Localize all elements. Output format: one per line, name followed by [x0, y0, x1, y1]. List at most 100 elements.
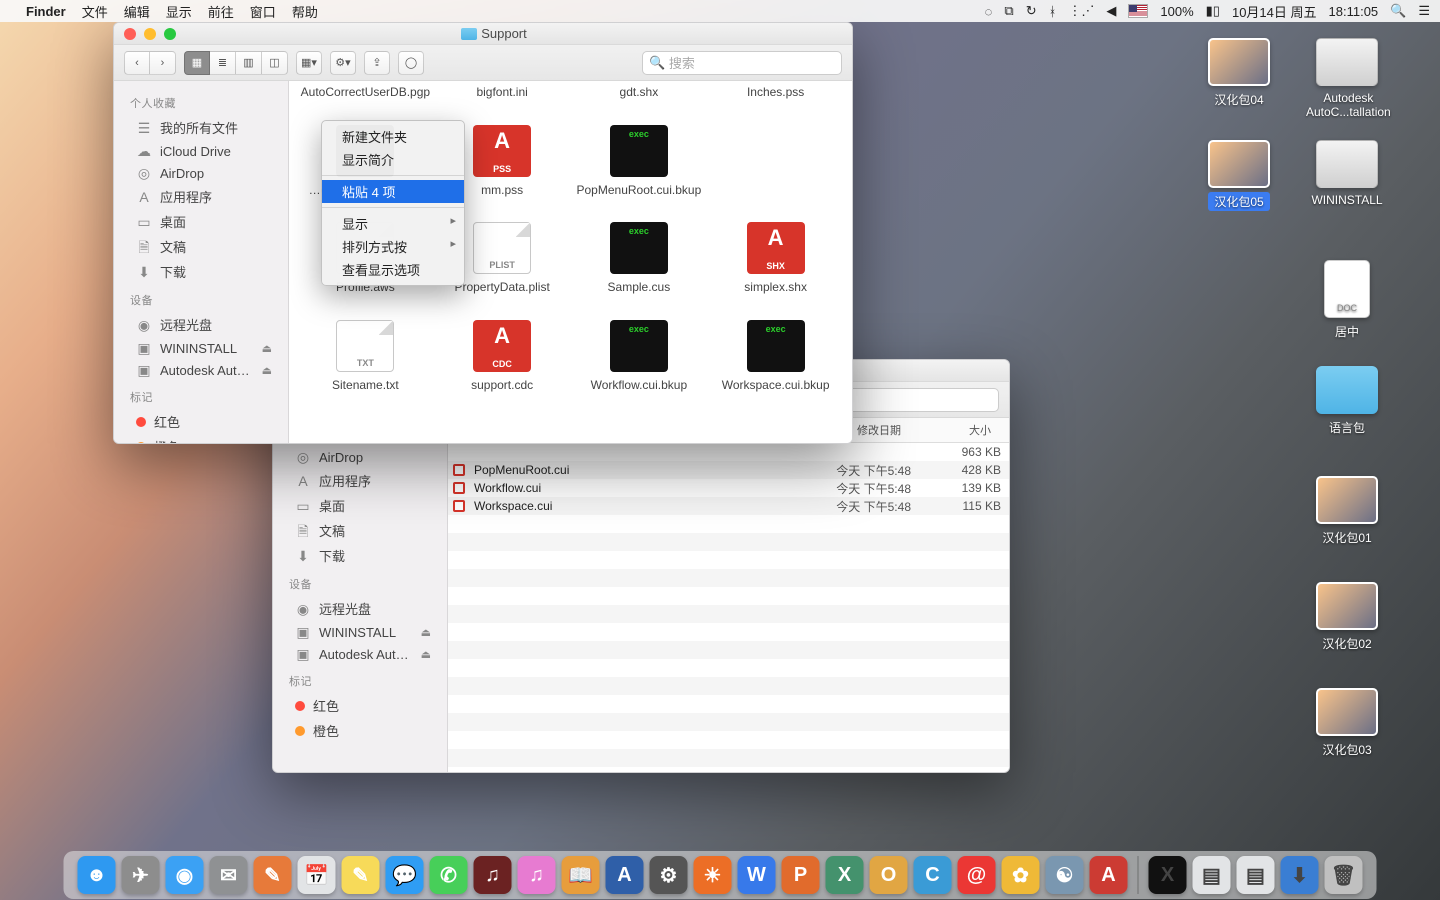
dock-app[interactable]: ☻ [78, 856, 116, 894]
dock-app[interactable]: P [782, 856, 820, 894]
menubar-app-name[interactable]: Finder [26, 4, 66, 19]
sidebar-item[interactable]: ▣Autodesk AutoC…⏏ [273, 643, 447, 665]
dock-app[interactable]: 📅 [298, 856, 336, 894]
file-item[interactable]: AutoCorrectUserDB.pgp [297, 85, 434, 101]
sidebar-item[interactable]: ▣WININSTALL⏏ [114, 337, 288, 359]
menu-edit[interactable]: 编辑 [124, 2, 150, 21]
dock-app[interactable]: ☀ [694, 856, 732, 894]
file-item[interactable]: execWorkflow.cui.bkup [571, 320, 708, 394]
table-row[interactable]: Workflow.cui今天 下午5:48139 KB [448, 479, 1009, 497]
share-button[interactable]: ⇪ [364, 51, 390, 75]
status-date[interactable]: 10月14日 周五 [1232, 2, 1317, 21]
menu-view[interactable]: 显示 [166, 2, 192, 21]
view-coverflow-button[interactable]: ◫ [262, 51, 288, 75]
dock-item[interactable]: ▤ [1193, 856, 1231, 894]
desktop-item[interactable]: 汉化包04 [1192, 38, 1286, 109]
menu-item[interactable]: 新建文件夹 [322, 125, 464, 148]
eject-icon[interactable]: ⏏ [421, 626, 431, 639]
back-button[interactable]: ‹ [124, 51, 150, 75]
sidebar-item[interactable]: ▣Autodesk AutoC…⏏ [114, 359, 288, 381]
sidebar-item[interactable]: A应用程序 [273, 468, 447, 493]
desktop-item[interactable]: 汉化包02 [1300, 582, 1394, 653]
dock-app[interactable]: 📖 [562, 856, 600, 894]
sidebar-item[interactable]: ◎AirDrop [114, 162, 288, 184]
search-input[interactable]: 🔍 搜索 [642, 51, 842, 75]
menu-go[interactable]: 前往 [208, 2, 234, 21]
dock-app[interactable]: ✈ [122, 856, 160, 894]
sidebar-item[interactable]: A应用程序 [114, 184, 288, 209]
col-size[interactable]: 大小 [911, 418, 1001, 442]
file-item[interactable]: TXTSitename.txt [297, 320, 434, 394]
status-display-icon[interactable]: ⧉ [1004, 3, 1013, 19]
titlebar[interactable]: Support [114, 23, 852, 45]
dock-app[interactable]: ✿ [1002, 856, 1040, 894]
dock-app[interactable]: ⚙ [650, 856, 688, 894]
arrange-button[interactable]: ▦▾ [296, 51, 322, 75]
dock-item[interactable]: 🗑 [1325, 856, 1363, 894]
forward-button[interactable]: › [150, 51, 176, 75]
sidebar-tag[interactable]: 红色 [114, 409, 288, 434]
eject-icon[interactable]: ⏏ [421, 648, 431, 661]
context-menu[interactable]: 新建文件夹显示简介粘贴 4 项显示排列方式按查看显示选项 [321, 120, 465, 286]
eject-icon[interactable]: ⏏ [262, 364, 272, 377]
sidebar-item[interactable]: ⬇下载 [273, 543, 447, 568]
desktop-item[interactable]: 语言包 [1300, 366, 1394, 437]
spotlight-icon[interactable]: 🔍 [1390, 3, 1406, 19]
dock-item[interactable]: X [1149, 856, 1187, 894]
dock[interactable]: ☻✈◉✉✎📅✎💬✆♫♫📖A⚙☀WPXOC@✿☯AX▤▤⬇🗑 [64, 851, 1377, 899]
file-item[interactable]: bigfont.ini [434, 85, 571, 101]
view-icons-button[interactable]: ▦ [184, 51, 210, 75]
dock-app[interactable]: C [914, 856, 952, 894]
file-item[interactable]: CDCsupport.cdc [434, 320, 571, 394]
dock-app[interactable]: W [738, 856, 776, 894]
table-row[interactable]: PopMenuRoot.cui今天 下午5:48428 KB [448, 461, 1009, 479]
dock-item[interactable]: ▤ [1237, 856, 1275, 894]
desktop-item[interactable]: WININSTALL [1300, 140, 1394, 208]
desktop-item[interactable]: 汉化包05 [1192, 140, 1286, 211]
action-button[interactable]: ⚙▾ [330, 51, 356, 75]
menu-item[interactable]: 显示 [322, 212, 464, 235]
eject-icon[interactable]: ⏏ [262, 342, 272, 355]
status-wifi-icon[interactable]: ⋮⋰ [1068, 3, 1094, 19]
menu-item[interactable]: 排列方式按 [322, 235, 464, 258]
tags-button[interactable]: ◯ [398, 51, 424, 75]
dock-app[interactable]: A [1090, 856, 1128, 894]
desktop-item[interactable]: DOC居中 [1300, 260, 1394, 341]
dock-app[interactable]: ♫ [474, 856, 512, 894]
file-item[interactable]: execSample.cus [571, 222, 708, 296]
sidebar-tag[interactable]: 红色 [273, 693, 447, 718]
file-item[interactable]: gdt.shx [571, 85, 708, 101]
view-list-button[interactable]: ≣ [210, 51, 236, 75]
sidebar-item[interactable]: ▣WININSTALL⏏ [273, 621, 447, 643]
sidebar-item[interactable]: ◉远程光盘 [114, 312, 288, 337]
dock-app[interactable]: ☯ [1046, 856, 1084, 894]
finder-window-icons[interactable]: Support ‹ › ▦ ≣ ▥ ◫ ▦▾ ⚙▾ ⇪ ◯ 🔍 搜索 个人收藏☰… [113, 22, 853, 444]
file-item[interactable]: execWorkspace.cui.bkup [707, 320, 844, 394]
status-timemachine-icon[interactable]: ↻ [1026, 3, 1037, 19]
sidebar-tag[interactable]: 橙色 [273, 718, 447, 743]
view-columns-button[interactable]: ▥ [236, 51, 262, 75]
sidebar-item[interactable]: 🗎文稿 [114, 234, 288, 259]
menu-item[interactable]: 查看显示选项 [322, 258, 464, 281]
sidebar-item[interactable]: ▭桌面 [114, 209, 288, 234]
status-time[interactable]: 18:11:05 [1329, 4, 1379, 19]
desktop-item[interactable]: Autodesk AutoC...tallation [1300, 38, 1394, 120]
sidebar-item[interactable]: ⬇下载 [114, 259, 288, 284]
dock-app[interactable]: ✎ [342, 856, 380, 894]
dock-app[interactable]: 💬 [386, 856, 424, 894]
dock-app[interactable]: ✉ [210, 856, 248, 894]
menu-item[interactable]: 显示简介 [322, 148, 464, 171]
dock-item[interactable]: ⬇ [1281, 856, 1319, 894]
file-item[interactable]: SHXsimplex.shx [707, 222, 844, 296]
menu-file[interactable]: 文件 [82, 2, 108, 21]
sidebar-item[interactable]: ☁iCloud Drive [114, 140, 288, 162]
status-battery-icon[interactable]: ▮▯ [1206, 3, 1220, 19]
status-volume-icon[interactable]: ◀ [1106, 3, 1116, 19]
status-sync-icon[interactable]: ◌ [985, 4, 993, 19]
notification-center-icon[interactable]: ☰ [1418, 3, 1430, 19]
table-row[interactable]: Workspace.cui今天 下午5:48115 KB [448, 497, 1009, 515]
file-item[interactable]: execPopMenuRoot.cui.bkup [571, 125, 708, 199]
sidebar-tag[interactable]: 橙色 [114, 434, 288, 443]
sidebar-item[interactable]: ▭桌面 [273, 493, 447, 518]
status-battery-pct[interactable]: 100% [1160, 4, 1193, 19]
